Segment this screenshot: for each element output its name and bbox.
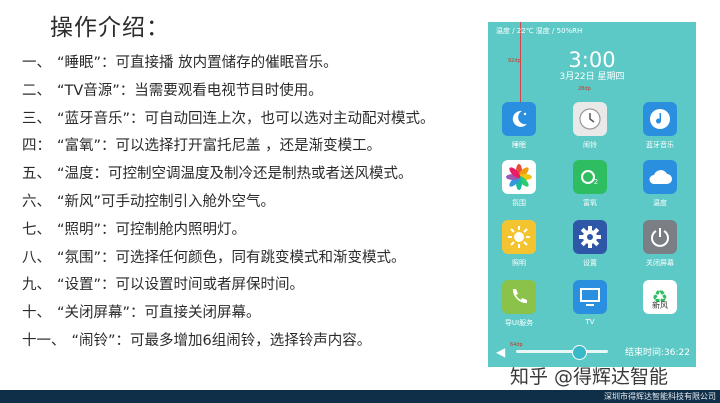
list-item: 一、 “睡眠”：可直接播 放内置储存的催眠音乐。 — [22, 55, 338, 71]
app-alarm[interactable]: 闹铃 — [565, 102, 615, 150]
app-sleep[interactable]: 睡眠 — [494, 102, 544, 150]
app-screen-off[interactable]: 关闭屏幕 — [635, 220, 685, 268]
app-settings[interactable]: 设置 — [565, 220, 615, 268]
end-time: 结束时间:36:22 — [625, 348, 690, 358]
list-item: 二、 “TV音源”：当需要观看电视节目时使用。 — [22, 82, 323, 99]
flower-icon — [502, 160, 536, 194]
clock-icon — [573, 102, 607, 136]
music-note-icon — [643, 102, 677, 136]
watermark: 知乎 @得辉达智能 — [510, 366, 669, 388]
app-ambience[interactable]: 氛围 — [494, 160, 544, 208]
app-lighting[interactable]: 照明 — [494, 220, 544, 268]
list-item: 十、 “关闭屏幕”：可直接关闭屏幕。 — [22, 305, 261, 322]
oxygen-icon: 2 — [573, 160, 607, 194]
status-bar: 温度 / 22℃ 湿度 / 50%RH — [496, 27, 583, 35]
instruction-list: 一、 “睡眠”：可直接播 放内置储存的催眠音乐。 二、 “TV音源”：当需要观看电视… — [22, 50, 435, 356]
phone-icon — [502, 280, 536, 314]
slider-knob[interactable] — [571, 345, 587, 360]
company-name: 深圳市得辉达智能科技有限公司 — [604, 392, 716, 401]
gear-icon — [573, 220, 607, 254]
list-item: 九、 “设置”：可以设置时间或者屏保时间。 — [22, 277, 305, 294]
list-item: 四： “富氧”：可以选择打开富托尼盖 ，还是渐变模工。 — [22, 138, 382, 155]
app-temperature[interactable]: 温度 — [635, 160, 685, 208]
app-tv[interactable]: TV — [565, 280, 615, 326]
app-oxygen[interactable]: 2 富氧 — [565, 160, 615, 208]
list-item: 十一、 “闹铃”：可最多增加6组闹铃，选择铃声内容。 — [22, 332, 372, 349]
footer-bar: 深圳市得辉达智能科技有限公司 — [0, 390, 720, 403]
volume-icon: ◀ — [496, 345, 506, 359]
dimension-label: 64dp — [510, 342, 523, 348]
list-item: 八、 “氛围”：可选择任何颜色，同有跳变模式和渐变模式。 — [22, 249, 406, 266]
app-bluetooth-music[interactable]: 蓝牙音乐 — [635, 102, 685, 150]
dimension-label: 28dp — [578, 86, 591, 92]
app-fresh-air[interactable]: ♻ 新风 — [635, 280, 685, 314]
sun-icon — [502, 220, 536, 254]
cloud-icon — [643, 160, 677, 194]
phone-screen: 温度 / 22℃ 湿度 / 50%RH 92dp 3:00 3月22日 星期四 … — [488, 22, 696, 367]
list-item: 七、 “照明”：可控制舱内照明灯。 — [22, 221, 247, 238]
list-item: 三、 “蓝牙音乐”：可自动回连上次，也可以选对主动配对模式。 — [22, 110, 435, 127]
list-item: 六、 “新风”可手动控制引入舱外空气。 — [22, 193, 276, 210]
svg-text:2: 2 — [594, 179, 598, 186]
clock-date: 3月22日 星期四 — [559, 72, 625, 82]
volume-slider[interactable] — [516, 345, 608, 360]
moon-icon — [502, 102, 536, 136]
tv-icon — [573, 280, 607, 314]
power-icon — [643, 220, 677, 254]
list-item: 五、 “温度：可控制空调温度及制冷还是制热或者送风模式。 — [22, 166, 413, 183]
app-service[interactable]: 导UI服务 — [494, 280, 544, 328]
page-title: 操作介绍： — [50, 15, 170, 41]
